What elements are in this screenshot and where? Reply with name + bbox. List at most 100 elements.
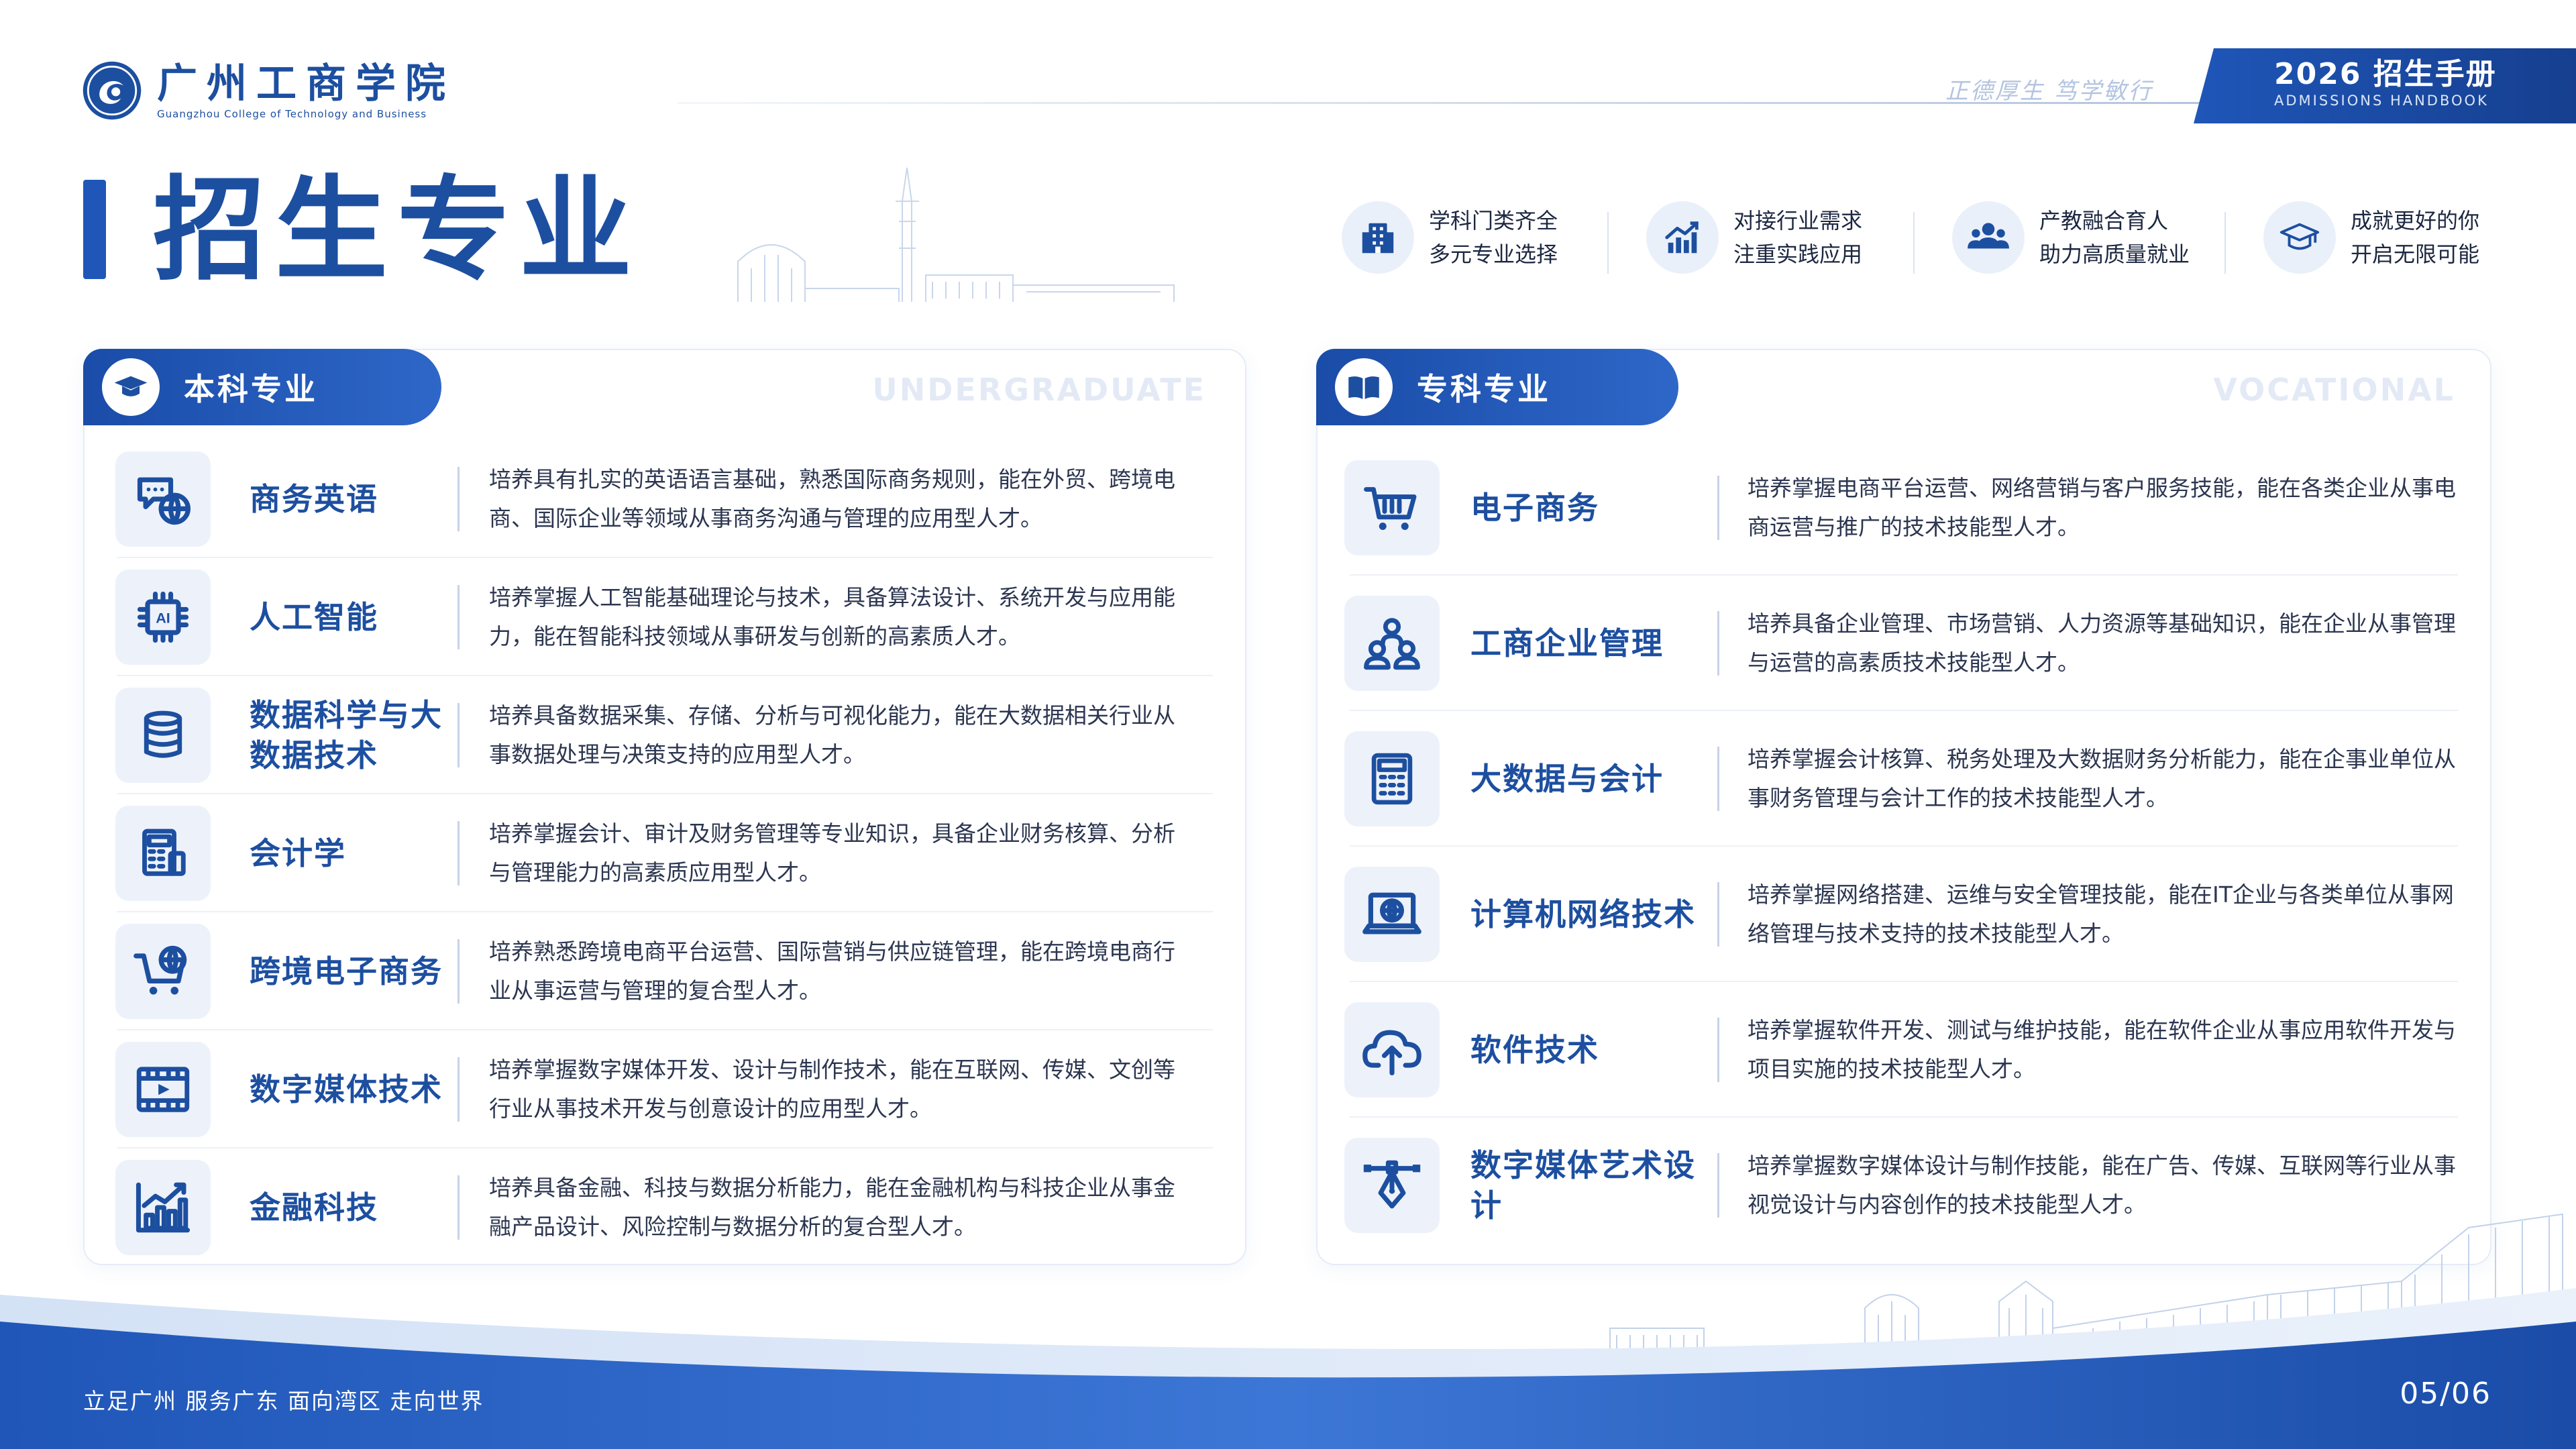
feature-line2: 开启无限可能 — [2351, 241, 2480, 267]
major-name: 跨境电子商务 — [250, 953, 443, 989]
undergraduate-panel: 本科专业 UNDERGRADUATE 商务英语 培养具有扎实的英语语言基础，熟悉… — [83, 349, 1246, 1265]
feature-separator — [1913, 212, 1915, 274]
footer-wave-band — [0, 1288, 2576, 1449]
major-row: 计算机网络技术 培养掌握网络搭建、运维与安全管理技能，能在IT企业与各类单位从事… — [1318, 847, 2490, 982]
feature-line2: 注重实践应用 — [1733, 241, 1863, 267]
major-row: 商务英语 培养具有扎实的英语语言基础，熟悉国际商务规则，能在外贸、跨境电商、国际… — [85, 440, 1245, 558]
major-description: 培养具有扎实的英语语言基础，熟悉国际商务规则，能在外贸、跨境电商、国际企业等领域… — [489, 466, 1175, 531]
major-name: 人工智能 — [250, 599, 378, 635]
accounting-calculator-icon — [1344, 731, 1440, 826]
undergraduate-label-en: UNDERGRADUATE — [872, 372, 1206, 408]
row-separator — [458, 939, 460, 1004]
feature-line1: 对接行业需求 — [1733, 208, 1863, 233]
feature-line1: 学科门类齐全 — [1429, 208, 1558, 233]
major-row: 跨境电子商务 培养熟悉跨境电商平台运营、国际营销与供应链管理，能在跨境电商行业从… — [85, 912, 1245, 1030]
row-separator — [458, 1175, 460, 1240]
feature-industry: 对接行业需求 注重实践应用 — [1646, 201, 1862, 274]
feature-disciplines: 学科门类齐全 多元专业选择 — [1342, 201, 1558, 274]
feature-line1: 产教融合育人 — [2039, 208, 2169, 233]
major-name: 大数据与会计 — [1470, 761, 1664, 797]
major-name: 工商企业管理 — [1470, 625, 1664, 661]
row-separator — [1717, 1018, 1719, 1082]
major-name: 计算机网络技术 — [1470, 896, 1696, 932]
major-name: 数据科学与大数据技术 — [250, 697, 443, 773]
major-row: 软件技术 培养掌握软件开发、测试与维护技能，能在软件企业从事应用软件开发与项目实… — [1318, 982, 2490, 1118]
major-description: 培养具备企业管理、市场营销、人力资源等基础知识，能在企业从事管理与运营的高素质技… — [1748, 610, 2456, 676]
major-row: 数字媒体技术 培养掌握数字媒体开发、设计与制作技术，能在互联网、传媒、文创等行业… — [85, 1030, 1245, 1148]
handbook-badge: 2026 招生手册 ADMISSIONS HANDBOOK — [2194, 48, 2576, 123]
feature-separator — [1607, 212, 1609, 274]
major-row: 数据科学与大数据技术 培养具备数据采集、存储、分析与可视化能力，能在大数据相关行… — [85, 676, 1245, 794]
major-name: 电子商务 — [1470, 490, 1599, 526]
major-description: 培养掌握数字媒体开发、设计与制作技术，能在互联网、传媒、文创等行业从事技术开发与… — [489, 1057, 1175, 1122]
major-description: 培养掌握电商平台运营、网络营销与客户服务技能，能在各类企业从事电商运营与推广的技… — [1748, 475, 2456, 540]
college-motto: 正德厚生 笃学敏行 — [1945, 78, 2153, 105]
campus-skyline-illustration — [737, 167, 1175, 302]
svg-text:AI: AI — [156, 610, 170, 627]
major-description: 培养掌握会计核算、税务处理及大数据财务分析能力，能在企事业单位从事财务管理与会计… — [1748, 746, 2456, 811]
vocational-label: 专科专业 — [1417, 371, 1551, 407]
major-description: 培养掌握软件开发、测试与维护技能，能在软件企业从事应用软件开发与项目实施的技术技… — [1748, 1017, 2456, 1082]
major-name: 金融科技 — [250, 1189, 378, 1226]
finance-chart-icon — [115, 1160, 211, 1255]
row-separator — [1717, 747, 1719, 811]
major-name: 会计学 — [250, 835, 346, 871]
major-description: 培养熟悉跨境电商平台运营、国际营销与供应链管理，能在跨境电商行业从事运营与管理的… — [489, 938, 1175, 1004]
major-description: 培养具备金融、科技与数据分析能力，能在金融机构与科技企业从事金融产品设计、风险控… — [489, 1175, 1175, 1240]
feature-line2: 多元专业选择 — [1429, 241, 1558, 267]
cloud-upload-icon — [1344, 1002, 1440, 1097]
major-row: 工商企业管理 培养具备企业管理、市场营销、人力资源等基础知识，能在企业从事管理与… — [1318, 576, 2490, 711]
major-description: 培养掌握人工智能基础理论与技术，具备算法设计、系统开发与应用能力，能在智能科技领… — [489, 584, 1175, 649]
handbook-subtitle: ADMISSIONS HANDBOOK — [2274, 93, 2489, 109]
building-icon — [1342, 201, 1414, 274]
team-icon — [1344, 596, 1440, 691]
undergraduate-header: 本科专业 — [83, 349, 441, 425]
row-separator — [1717, 476, 1719, 540]
college-name-en: Guangzhou College of Technology and Busi… — [157, 108, 427, 120]
major-row: 会计学 培养掌握会计、审计及财务管理等专业知识，具备企业财务核算、分析与管理能力… — [85, 794, 1245, 912]
major-name: 商务英语 — [250, 481, 378, 517]
major-name: 软件技术 — [1470, 1032, 1599, 1068]
handbook-title: 2026 招生手册 — [2274, 57, 2497, 91]
ai-chip-icon: AI — [115, 570, 211, 665]
major-description: 培养掌握会计、审计及财务管理等专业知识，具备企业财务核算、分析与管理能力的高素质… — [489, 820, 1175, 885]
title-accent-bar — [83, 180, 106, 279]
row-separator — [458, 821, 460, 885]
video-play-icon — [115, 1042, 211, 1137]
row-separator — [458, 1057, 460, 1122]
shopping-cart-icon — [1344, 460, 1440, 555]
row-separator — [1717, 611, 1719, 676]
laptop-globe-icon — [1344, 867, 1440, 962]
vocational-label-en: VOCATIONAL — [2213, 372, 2455, 408]
pen-tool-icon — [1344, 1138, 1440, 1233]
page-number: 05/06 — [2400, 1377, 2491, 1411]
vocational-header: 专科专业 — [1316, 349, 1678, 425]
college-emblem-icon — [83, 61, 142, 120]
chat-globe-icon — [115, 451, 211, 547]
row-separator — [458, 585, 460, 649]
feature-industry-education: 产教融合育人 助力高质量就业 — [1952, 201, 2190, 274]
growth-chart-icon — [1646, 201, 1719, 274]
people-icon — [1952, 201, 2025, 274]
row-separator — [458, 467, 460, 531]
cart-globe-icon — [115, 924, 211, 1019]
major-description: 培养具备数据采集、存储、分析与可视化能力，能在大数据相关行业从事数据处理与决策支… — [489, 702, 1175, 767]
college-name-cn: 广州工商学院 — [157, 60, 455, 107]
college-logo: 广州工商学院 Guangzhou College of Technology a… — [80, 59, 455, 122]
feature-line2: 助力高质量就业 — [2039, 241, 2190, 267]
row-separator — [1717, 882, 1719, 947]
major-row: AI 人工智能 培养掌握人工智能基础理论与技术，具备算法设计、系统开发与应用能力… — [85, 558, 1245, 676]
feature-line1: 成就更好的你 — [2351, 208, 2480, 233]
open-book-icon — [1335, 358, 1393, 416]
page-title: 招生专业 — [153, 164, 641, 296]
row-separator — [458, 703, 460, 767]
feature-separator — [2224, 212, 2226, 274]
feature-future: 成就更好的你 开启无限可能 — [2263, 201, 2479, 274]
calculator-icon — [115, 806, 211, 901]
graduation-cap-icon — [102, 358, 160, 416]
footer-slogan: 立足广州 服务广东 面向湾区 走向世界 — [83, 1388, 484, 1414]
database-icon — [115, 688, 211, 783]
major-row: 电子商务 培养掌握电商平台运营、网络营销与客户服务技能，能在各类企业从事电商运营… — [1318, 440, 2490, 576]
undergraduate-label: 本科专业 — [184, 371, 318, 407]
major-description: 培养掌握网络搭建、运维与安全管理技能，能在IT企业与各类单位从事网络管理与技术支… — [1748, 881, 2454, 947]
